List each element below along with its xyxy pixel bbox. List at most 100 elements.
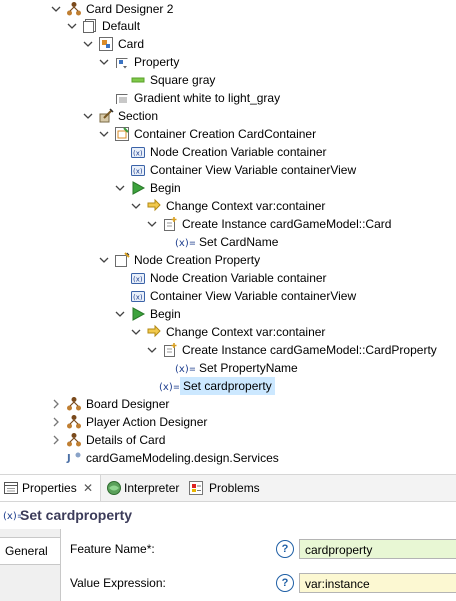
tool-section-icon	[98, 108, 114, 124]
properties-view: Properties ✕ Interpreter Problems (x)= S…	[0, 474, 456, 601]
layer-icon	[82, 18, 98, 34]
tree-item[interactable]: Create Instance cardGameModel::Card	[0, 215, 456, 233]
tree-item[interactable]: Player Action Designer	[0, 413, 456, 431]
subnode-mapping-icon	[114, 54, 130, 70]
tree-item-label: Card Designer 2	[86, 2, 174, 16]
tree-item[interactable]: Change Context var:container	[0, 323, 456, 341]
gradient-style-icon	[114, 90, 130, 106]
chevron-down-icon[interactable]	[65, 17, 79, 35]
tree-item-label: Change Context var:container	[166, 325, 326, 339]
node-creation-icon	[114, 252, 130, 268]
feature-name-field[interactable]: cardproperty	[299, 539, 456, 559]
tree-item-label: Card	[118, 37, 145, 51]
tree-item-label: Create Instance cardGameModel::CardPrope…	[182, 343, 437, 357]
tree-item[interactable]: Begin	[0, 305, 456, 323]
chevron-down-icon[interactable]	[81, 107, 95, 125]
chevron-right-icon[interactable]	[49, 431, 63, 449]
tree-item[interactable]: Section	[0, 107, 456, 125]
chevron-down-icon[interactable]	[97, 251, 111, 269]
chevron-down-icon[interactable]	[49, 0, 63, 18]
chevron-down-icon[interactable]	[81, 35, 95, 53]
tree-item-label: Section	[118, 109, 159, 123]
tab-general[interactable]: General	[0, 537, 60, 565]
java-extension-icon: J	[66, 450, 82, 466]
tree-item[interactable]: Board Designer	[0, 395, 456, 413]
tree-item-label: Begin	[150, 307, 181, 321]
chevron-down-icon[interactable]	[145, 341, 159, 359]
tree-item[interactable]: (x)= Set PropertyName	[0, 359, 456, 377]
tree-item-label: Node Creation Property	[134, 253, 261, 267]
properties-title: Set cardproperty	[20, 507, 133, 523]
tree-item[interactable]: Card Designer 2	[0, 0, 456, 18]
chevron-down-icon[interactable]	[97, 125, 111, 143]
tree-item[interactable]: Change Context var:container	[0, 197, 456, 215]
tab-problems[interactable]: Problems	[186, 475, 266, 501]
tree-item[interactable]: Node Creation Property	[0, 251, 456, 269]
tree-item[interactable]: Default	[0, 17, 456, 35]
svg-text:(x): (x)	[133, 294, 143, 302]
svg-text:(x): (x)	[133, 150, 143, 158]
tree-item-label: Set PropertyName	[199, 361, 298, 375]
chevron-down-icon[interactable]	[129, 197, 143, 215]
chevron-down-icon[interactable]	[113, 305, 127, 323]
chevron-right-icon[interactable]	[49, 413, 63, 431]
begin-icon	[130, 306, 146, 322]
tree-item[interactable]: (x)= Set cardproperty	[0, 377, 456, 395]
tab-interpreter[interactable]: Interpreter	[102, 475, 184, 501]
change-context-icon	[146, 324, 162, 340]
tree-item-label: Default	[102, 19, 141, 33]
begin-icon	[130, 180, 146, 196]
tree-item[interactable]: Square gray	[0, 71, 456, 89]
tree-item-label: Node Creation Variable container	[150, 271, 327, 285]
problems-icon	[188, 480, 204, 496]
tab-properties[interactable]: Properties ✕	[0, 475, 101, 501]
value-expression-field[interactable]: var:instance	[299, 573, 456, 593]
tree-item[interactable]: Create Instance cardGameModel::CardPrope…	[0, 341, 456, 359]
tree-item[interactable]: (x) Container View Variable containerView	[0, 287, 456, 305]
tree-item[interactable]: Gradient white to light_gray	[0, 89, 456, 107]
tree-item[interactable]: JcardGameModeling.design.Services	[0, 449, 456, 467]
svg-text:J: J	[66, 453, 71, 464]
odesign-tree: Card Designer 2 Default Card Property Square…	[0, 0, 456, 468]
tab-problems-label: Problems	[209, 481, 260, 495]
tree-item-label: Container View Variable containerView	[150, 289, 357, 303]
tree-item-label: Node Creation Variable container	[150, 145, 327, 159]
set-value-icon: (x)=	[175, 234, 195, 250]
tree-item[interactable]: (x) Node Creation Variable container	[0, 143, 456, 161]
square-style-icon	[130, 72, 146, 88]
tree-item-label: Set cardproperty	[180, 377, 275, 395]
tree-item[interactable]: (x) Container View Variable containerView	[0, 161, 456, 179]
close-icon[interactable]: ✕	[83, 475, 93, 501]
feature-name-label: Feature Name*:	[70, 542, 155, 556]
svg-text:(x)=: (x)=	[159, 382, 179, 393]
tab-general-label: General	[5, 544, 48, 558]
properties-sidebar: General	[0, 529, 61, 601]
create-instance-icon	[162, 342, 178, 358]
help-icon[interactable]: ?	[276, 574, 294, 592]
tree-item[interactable]: (x)= Set CardName	[0, 233, 456, 251]
chevron-down-icon[interactable]	[145, 215, 159, 233]
tree-item[interactable]: Details of Card	[0, 431, 456, 449]
properties-title-bar: (x)= Set cardproperty	[0, 502, 456, 528]
tree-item[interactable]: Property	[0, 53, 456, 71]
tab-interpreter-label: Interpreter	[124, 481, 180, 495]
tree-item-label: Set CardName	[199, 235, 279, 249]
svg-text:(x)=: (x)=	[3, 511, 21, 522]
svg-text:(x)=: (x)=	[175, 238, 195, 249]
tree-item[interactable]: Begin	[0, 179, 456, 197]
tree-item-label: Container Creation CardContainer	[134, 127, 317, 141]
chevron-down-icon[interactable]	[129, 323, 143, 341]
viewpoint-icon	[66, 1, 82, 17]
tree-item-label: Gradient white to light_gray	[134, 91, 281, 105]
chevron-down-icon[interactable]	[97, 53, 111, 71]
tree-item[interactable]: Container Creation CardContainer	[0, 125, 456, 143]
tree-item[interactable]: (x) Node Creation Variable container	[0, 269, 456, 287]
viewpoint-icon	[66, 432, 82, 448]
help-icon[interactable]: ?	[276, 540, 294, 558]
interpreter-icon	[106, 480, 122, 496]
svg-text:(x): (x)	[133, 276, 143, 284]
chevron-down-icon[interactable]	[113, 179, 127, 197]
tree-item[interactable]: Card	[0, 35, 456, 53]
tree-item-label: Change Context var:container	[166, 199, 326, 213]
chevron-right-icon[interactable]	[49, 395, 63, 413]
